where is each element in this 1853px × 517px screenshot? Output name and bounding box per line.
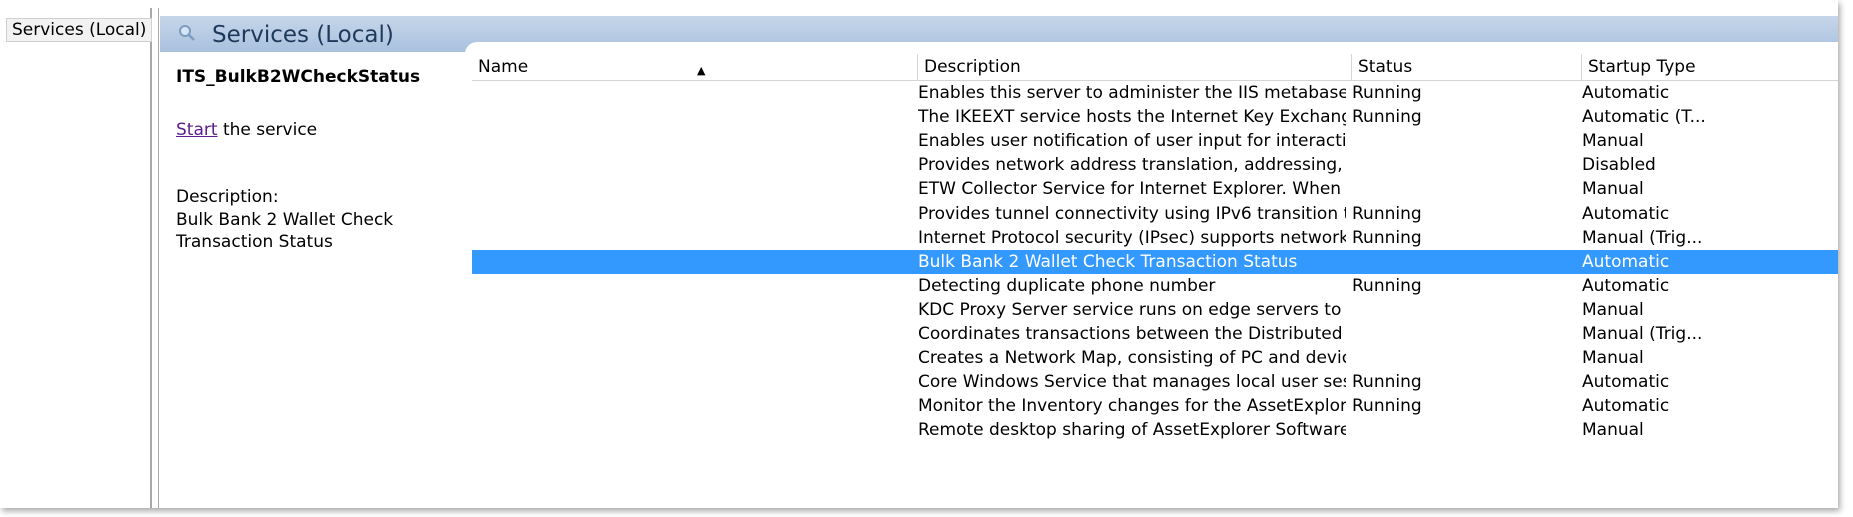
service-status-cell: Running: [1352, 227, 1422, 248]
service-startup-cell: Automatic (T...: [1582, 107, 1706, 128]
service-startup-cell: Automatic: [1582, 203, 1670, 224]
selected-service-name: ITS_BulkB2WCheckStatus: [176, 67, 421, 87]
table-row[interactable]: IIS Admin ServiceEnables this server to …: [472, 81, 1838, 105]
service-startup-cell: Automatic: [1582, 372, 1670, 393]
table-row[interactable]: KtmRm for Distributed Transaction Coordi…: [472, 322, 1838, 346]
search-icon: [179, 25, 195, 41]
table-row[interactable]: IP HelperProvides tunnel connectivity us…: [472, 202, 1838, 226]
service-startup-cell: Manual: [1582, 420, 1644, 441]
service-startup-cell: Disabled: [1582, 155, 1656, 176]
pane-splitter[interactable]: [152, 8, 159, 508]
table-row[interactable]: ManageEngine AssetExplorer RemoteControl…: [472, 418, 1838, 442]
service-startup-cell: Automatic: [1582, 396, 1670, 417]
service-startup-cell: Automatic: [1582, 275, 1670, 296]
column-header-startup-type[interactable]: Startup Type: [1582, 54, 1838, 80]
column-header-startup-label: Startup Type: [1588, 57, 1696, 77]
service-description-cell: Creates a Network Map, consisting of PC …: [918, 348, 1346, 369]
table-row[interactable]: IKE and AuthIP IPsec Keying ModulesThe I…: [472, 105, 1838, 129]
service-description-cell: Internet Protocol security (IPsec) suppo…: [918, 227, 1346, 248]
service-startup-cell: Manual: [1582, 299, 1644, 320]
table-row[interactable]: ManageEngine AssetExplorer AgentMonitor …: [472, 394, 1838, 418]
service-description-cell: Provides tunnel connectivity using IPv6 …: [918, 203, 1346, 224]
service-description-cell: Core Windows Service that manages local …: [918, 372, 1346, 393]
start-action: Start the service: [176, 120, 317, 140]
table-row[interactable]: ITS_USSDDetectingDuplicatePhoneNumberDet…: [472, 274, 1838, 298]
table-row[interactable]: Local Session ManagerCore Windows Servic…: [472, 370, 1838, 394]
table-row[interactable]: IPsec Policy AgentInternet Protocol secu…: [472, 226, 1838, 250]
service-status-cell: Running: [1352, 372, 1422, 393]
service-status-cell: Running: [1352, 396, 1422, 417]
table-header: Name ▲ Description Status Startup Type: [472, 54, 1838, 81]
column-header-description[interactable]: Description: [918, 54, 1352, 80]
service-status-cell: Running: [1352, 203, 1422, 224]
service-description-cell: ETW Collector Service for Internet Explo…: [918, 179, 1346, 200]
table-row[interactable]: Link-Layer Topology Discovery MapperCrea…: [472, 346, 1838, 370]
service-description-cell: Bulk Bank 2 Wallet Check Transaction Sta…: [918, 251, 1298, 272]
service-description-cell: The IKEEXT service hosts the Internet Ke…: [918, 107, 1346, 128]
service-description-cell: Coordinates transactions between the Dis…: [918, 324, 1346, 344]
table-row[interactable]: Interactive Services DetectionEnables us…: [472, 129, 1838, 153]
mmc-window: Services (Local) Services (Local) ITS_Bu…: [0, 0, 1838, 508]
service-description-cell: Remote desktop sharing of AssetExplorer …: [918, 420, 1346, 441]
service-status-cell: Running: [1352, 83, 1422, 103]
column-header-status[interactable]: Status: [1352, 54, 1582, 80]
table-row[interactable]: KDC Proxy Server service (KPS)KDC Proxy …: [472, 298, 1838, 322]
service-description-cell: Enables user notification of user input …: [918, 131, 1346, 152]
service-startup-cell: Manual: [1582, 179, 1644, 200]
table-row[interactable]: ITS_BulkB2WCheckStatusBulk Bank 2 Wallet…: [472, 249, 1838, 274]
tree-item-services-local[interactable]: Services (Local): [6, 18, 153, 42]
service-description-cell: KDC Proxy Server service runs on edge se…: [918, 299, 1346, 320]
service-startup-cell: Manual (Trig...: [1582, 324, 1703, 344]
service-startup-cell: Automatic: [1582, 83, 1670, 103]
start-service-link[interactable]: Start: [176, 120, 218, 140]
column-header-status-label: Status: [1358, 57, 1413, 77]
service-status-cell: Running: [1352, 107, 1422, 128]
column-header-name[interactable]: Name ▲: [472, 54, 918, 80]
service-description-cell: Provides network address translation, ad…: [918, 155, 1346, 176]
description-text: Bulk Bank 2 Wallet Check Transaction Sta…: [176, 210, 394, 252]
start-suffix: the service: [222, 120, 318, 140]
service-description-cell: Enables this server to administer the II…: [918, 83, 1346, 103]
service-startup-cell: Manual (Trig...: [1582, 227, 1703, 248]
column-header-description-label: Description: [924, 57, 1021, 77]
service-status-cell: Running: [1352, 275, 1422, 296]
service-startup-cell: Manual: [1582, 131, 1644, 152]
pane-title: Services (Local): [212, 22, 394, 48]
service-startup-cell: Automatic: [1582, 251, 1670, 272]
description-label: Description:: [176, 187, 279, 207]
service-description-cell: Detecting duplicate phone number: [918, 275, 1216, 296]
console-tree: Services (Local): [0, 8, 153, 508]
service-description-cell: Monitor the Inventory changes for the As…: [918, 396, 1346, 417]
column-header-name-label: Name: [478, 57, 529, 77]
tab-edge: [465, 42, 1838, 54]
table-row[interactable]: Internet Connection Sharing (ICS)Provide…: [472, 153, 1838, 177]
service-startup-cell: Manual: [1582, 348, 1644, 369]
table-row[interactable]: Internet Explorer ETW Collector ServiceE…: [472, 177, 1838, 201]
